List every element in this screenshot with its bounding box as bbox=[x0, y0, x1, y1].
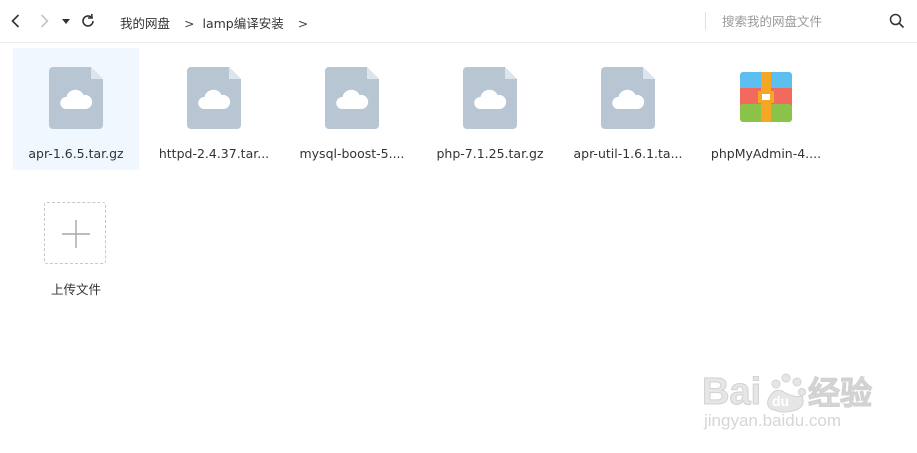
file-item[interactable]: phpMyAdmin-4.... bbox=[703, 48, 829, 170]
upload-button[interactable] bbox=[44, 202, 106, 264]
breadcrumb-item-lamp[interactable]: lamp编译安装 bbox=[203, 13, 284, 32]
cloud-file-icon bbox=[325, 67, 379, 129]
svg-text:du: du bbox=[772, 393, 789, 409]
search-icon[interactable] bbox=[888, 12, 906, 30]
caret-down-icon[interactable] bbox=[58, 11, 74, 31]
file-name: phpMyAdmin-4.... bbox=[710, 146, 822, 161]
file-name: php-7.1.25.tar.gz bbox=[436, 146, 544, 161]
search-input[interactable] bbox=[714, 10, 887, 32]
chevron-left-icon[interactable] bbox=[6, 11, 26, 31]
baidu-jingyan-watermark: Bai du 经验 jingyan.baidu.com bbox=[702, 371, 873, 431]
top-toolbar: 我的网盘 > lamp编译安装 > bbox=[0, 0, 917, 43]
file-item[interactable]: mysql-boost-5.... bbox=[289, 48, 415, 170]
file-name: mysql-boost-5.... bbox=[299, 146, 405, 161]
file-name: httpd-2.4.37.tar... bbox=[158, 146, 270, 161]
refresh-icon[interactable] bbox=[78, 11, 98, 31]
cloud-file-icon bbox=[601, 67, 655, 129]
breadcrumb-separator: > bbox=[184, 16, 195, 31]
breadcrumb-separator[interactable]: > bbox=[298, 16, 308, 31]
upload-label[interactable]: 上传文件 bbox=[28, 279, 124, 298]
file-name: apr-util-1.6.1.ta... bbox=[573, 146, 683, 161]
file-item[interactable]: apr-util-1.6.1.ta... bbox=[565, 48, 691, 170]
zip-archive-icon bbox=[740, 72, 792, 122]
file-item[interactable]: apr-1.6.5.tar.gz bbox=[13, 48, 139, 170]
file-item[interactable]: httpd-2.4.37.tar... bbox=[151, 48, 277, 170]
cloud-file-icon bbox=[49, 67, 103, 129]
svg-text:经验: 经验 bbox=[808, 374, 872, 412]
file-name: apr-1.6.5.tar.gz bbox=[28, 146, 124, 161]
file-item[interactable]: php-7.1.25.tar.gz bbox=[427, 48, 553, 170]
cloud-file-icon bbox=[187, 67, 241, 129]
plus-icon bbox=[62, 220, 90, 248]
chevron-right-icon[interactable] bbox=[34, 11, 54, 31]
svg-text:Bai: Bai bbox=[702, 371, 761, 413]
cloud-file-icon bbox=[463, 67, 517, 129]
svg-text:jingyan.baidu.com: jingyan.baidu.com bbox=[703, 411, 841, 430]
breadcrumb: 我的网盘 > lamp编译安装 > bbox=[120, 13, 316, 31]
netdisk-window: 我的网盘 > lamp编译安装 > apr-1.6.5.tar.gz httpd-2.… bbox=[0, 0, 917, 453]
search-divider bbox=[705, 12, 706, 30]
breadcrumb-item-my-disk[interactable]: 我的网盘 bbox=[120, 13, 170, 32]
